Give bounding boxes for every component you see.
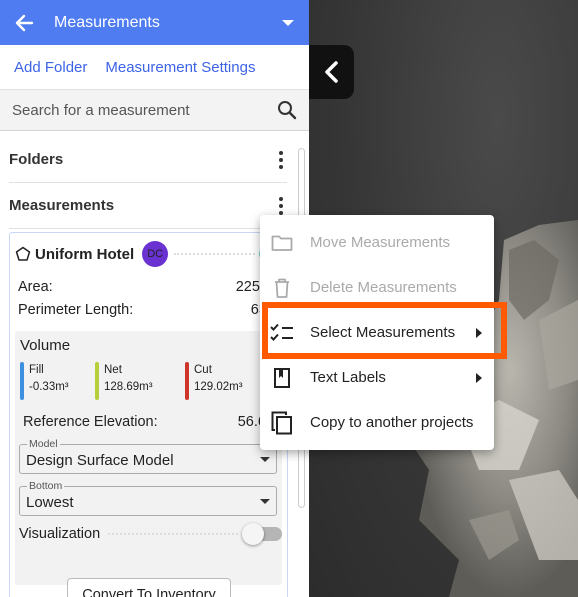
area-label: Area: xyxy=(18,278,53,295)
search-input[interactable] xyxy=(12,101,277,119)
search-bar xyxy=(0,89,309,131)
bottom-label: Bottom xyxy=(27,480,65,492)
action-links: Add Folder Measurement Settings xyxy=(0,45,309,89)
menu-item-label: Move Measurements xyxy=(310,234,451,251)
bookmark-icon xyxy=(270,366,294,390)
divider xyxy=(174,253,255,255)
collapse-panel-button[interactable] xyxy=(309,45,354,99)
folders-section[interactable]: Folders xyxy=(9,137,287,183)
measurements-section[interactable]: Measurements xyxy=(9,183,287,229)
add-folder-link[interactable]: Add Folder xyxy=(14,59,87,76)
net-label: Net xyxy=(104,364,122,376)
model-label: Model xyxy=(27,438,60,450)
perimeter-label: Perimeter Length: xyxy=(18,301,134,318)
menu-item-label: Text Labels xyxy=(310,369,386,386)
submenu-arrow-icon xyxy=(476,373,482,383)
menu-item-label: Copy to another projects xyxy=(310,414,474,431)
app-bar: Measurements xyxy=(0,0,309,45)
menu-item-text-labels[interactable]: Text Labels xyxy=(260,355,494,400)
fill-stat: Fill -0.33m³ xyxy=(20,362,95,402)
avatar: DC xyxy=(142,241,169,267)
fill-value: -0.33m³ xyxy=(29,381,69,393)
trash-icon xyxy=(270,276,294,300)
menu-item-label: Delete Measurements xyxy=(310,279,457,296)
back-button[interactable] xyxy=(12,11,36,35)
measurement-settings-link[interactable]: Measurement Settings xyxy=(105,59,255,76)
measurement-header: Uniform Hotel DC xyxy=(10,233,297,275)
polygon-icon xyxy=(15,246,31,261)
fill-color-bar xyxy=(20,362,24,400)
visualization-label: Visualization xyxy=(19,526,101,542)
convert-to-inventory-button[interactable]: Convert To Inventory xyxy=(67,578,231,597)
arrow-left-icon xyxy=(15,14,34,31)
folders-more-icon[interactable] xyxy=(275,147,287,173)
copy-icon xyxy=(270,411,294,435)
bottom-select[interactable]: Bottom Lowest xyxy=(19,480,277,516)
menu-item-copy-to-project[interactable]: Copy to another projects xyxy=(260,400,494,445)
perimeter-row: Perimeter Length: 63.1 xyxy=(10,298,287,321)
net-stat: Net 128.69m³ xyxy=(95,362,185,402)
divider xyxy=(108,533,238,535)
net-value: 128.69m³ xyxy=(104,381,153,393)
model-dropdown-icon xyxy=(260,457,270,462)
visualization-row: Visualization xyxy=(15,523,282,545)
menu-item-move-measurements[interactable]: Move Measurements xyxy=(260,220,494,265)
cut-label: Cut xyxy=(194,364,212,376)
measurement-card[interactable]: Uniform Hotel DC Area: 225.11 Perimeter … xyxy=(9,232,297,597)
model-value: Design Surface Model xyxy=(26,452,174,469)
volume-section: Volume Fill -0.33m³ Net 128.69m³ Cut 129.02… xyxy=(15,331,282,585)
fill-label: Fill xyxy=(29,364,44,376)
highlight-box xyxy=(262,302,507,359)
page-title: Measurements xyxy=(54,13,160,31)
reference-elevation-row: Reference Elevation: 56.65 xyxy=(15,414,282,430)
cut-value: 129.02m³ xyxy=(194,381,243,393)
cut-color-bar xyxy=(185,362,189,400)
reference-elevation-label: Reference Elevation: xyxy=(23,414,158,430)
volume-values: Fill -0.33m³ Net 128.69m³ Cut 129.02m³ xyxy=(15,362,282,402)
chevron-left-icon xyxy=(324,61,338,83)
visualization-toggle[interactable] xyxy=(242,523,282,545)
net-color-bar xyxy=(95,362,99,400)
folder-icon xyxy=(270,231,294,255)
area-row: Area: 225.11 xyxy=(10,275,287,298)
caret-down-icon[interactable] xyxy=(282,19,294,26)
folders-label: Folders xyxy=(9,151,64,168)
bottom-value: Lowest xyxy=(26,494,74,511)
model-select[interactable]: Model Design Surface Model xyxy=(19,438,277,474)
bottom-dropdown-icon xyxy=(260,499,270,504)
cut-stat: Cut 129.02m³ xyxy=(185,362,260,402)
measurements-label: Measurements xyxy=(9,197,115,214)
search-icon[interactable] xyxy=(277,100,297,120)
measurement-name: Uniform Hotel xyxy=(35,245,135,263)
volume-title: Volume xyxy=(20,337,71,354)
